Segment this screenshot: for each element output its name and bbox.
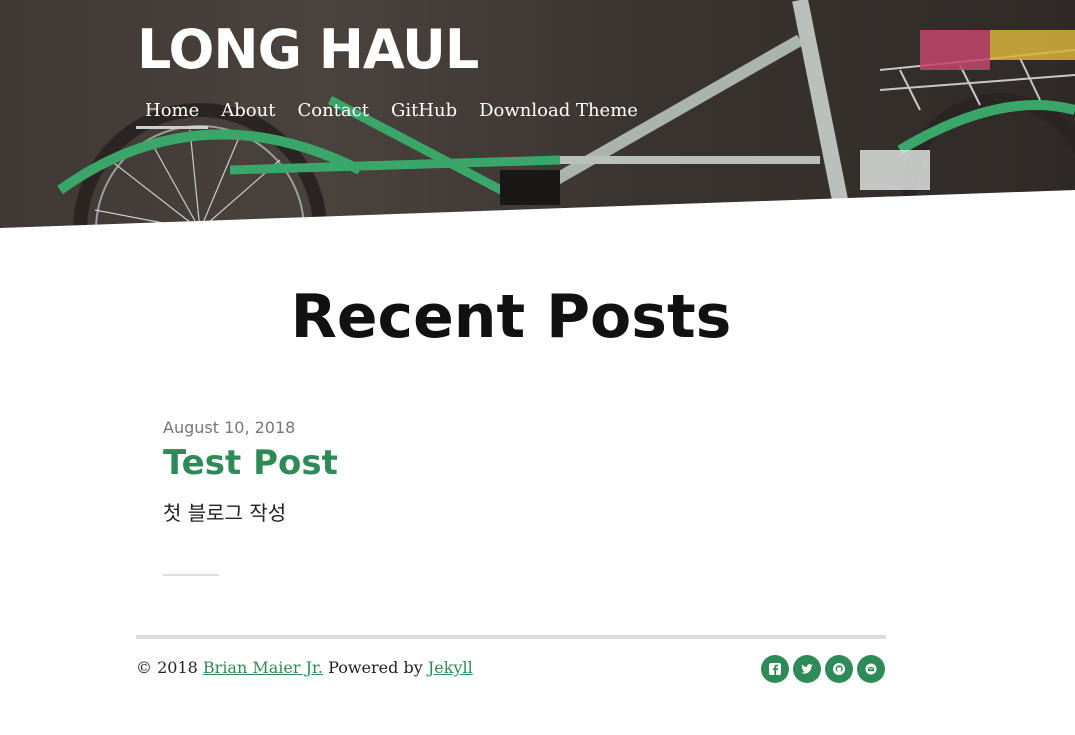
powered-by-text: Powered by [328, 658, 423, 677]
facebook-button[interactable] [761, 655, 789, 683]
copyright-text: © 2018 [136, 658, 198, 677]
footer-divider [136, 635, 886, 639]
github-icon [833, 663, 845, 675]
page-title: Recent Posts [290, 282, 732, 352]
main-nav: Home About Contact GitHub Download Theme [136, 96, 651, 129]
social-links [761, 655, 889, 683]
nav-item-about[interactable]: About [212, 96, 284, 129]
nav-item-github[interactable]: GitHub [382, 96, 466, 129]
facebook-icon [769, 663, 781, 675]
post-divider [163, 574, 219, 576]
twitter-button[interactable] [793, 655, 821, 683]
github-button[interactable] [825, 655, 853, 683]
post-title-link[interactable]: Test Post [163, 443, 338, 483]
footer-credits: © 2018 Brian Maier Jr. Powered by Jekyll [136, 658, 473, 677]
nav-item-download-theme[interactable]: Download Theme [470, 96, 647, 129]
site-header: LONG HAUL Home About Contact GitHub Down… [0, 0, 1075, 232]
twitter-icon [801, 664, 813, 674]
nav-item-home[interactable]: Home [136, 96, 209, 129]
post-date: August 10, 2018 [163, 418, 296, 437]
site-title[interactable]: LONG HAUL [137, 14, 479, 86]
email-button[interactable] [857, 655, 885, 683]
post-item: August 10, 2018 Test Post 첫 블로그 작성 [163, 418, 863, 526]
nav-item-contact[interactable]: Contact [288, 96, 377, 129]
jekyll-link[interactable]: Jekyll [428, 658, 473, 677]
email-icon [865, 663, 877, 675]
post-excerpt: 첫 블로그 작성 [163, 501, 287, 525]
author-link[interactable]: Brian Maier Jr. [203, 658, 323, 677]
